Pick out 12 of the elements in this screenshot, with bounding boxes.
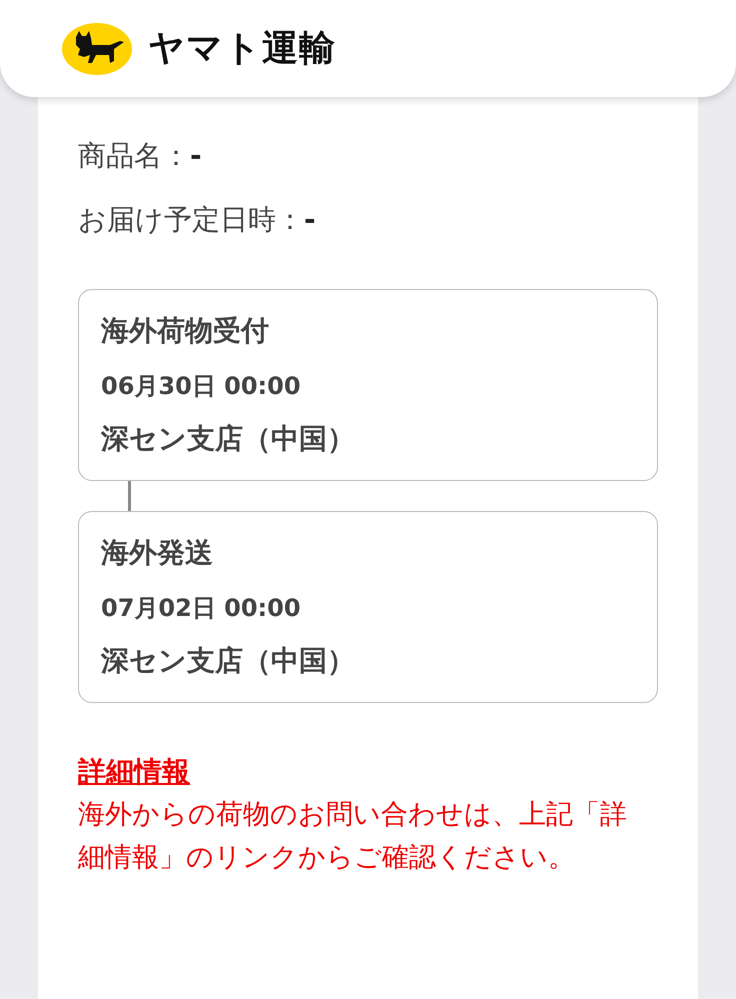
summary-line: 商品名：- [78,138,203,174]
details-link[interactable]: 詳細情報 [78,755,190,788]
event-location: 深セン支店（中国） [101,643,356,679]
event-status: 海外発送 [101,535,214,571]
event-status: 海外荷物受付 [101,313,270,349]
summary-line: お届け予定日時：- [78,202,317,238]
event-location: 深セン支店（中国） [101,421,356,457]
details-note: 海外からの荷物のお問い合わせは、上記「詳細情報」のリンクからご確認ください。 [78,798,628,876]
cat-logo-icon [62,22,132,74]
logo-text: ヤマト運輸 [148,26,336,70]
event-datetime: 06月30日 00:00 [101,371,302,402]
event-datetime: 07月02日 00:00 [101,593,302,624]
